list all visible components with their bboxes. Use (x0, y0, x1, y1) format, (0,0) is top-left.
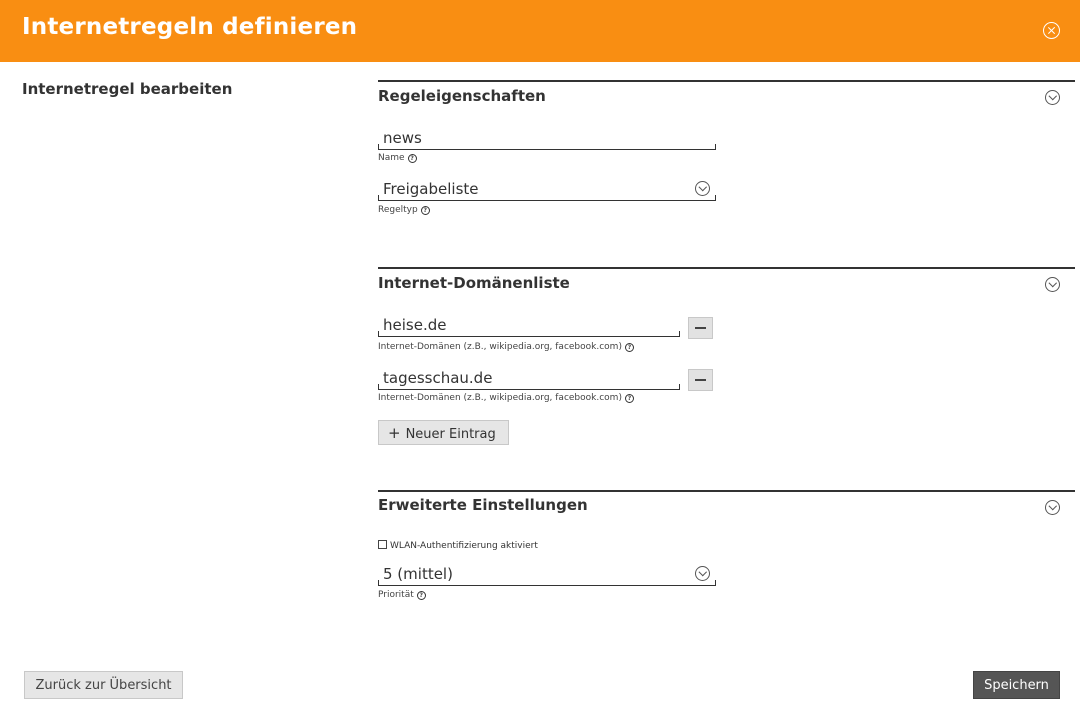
section-divider-properties (378, 80, 1075, 82)
help-icon[interactable]: ? (624, 394, 634, 403)
help-icon[interactable]: ? (407, 154, 417, 163)
left-panel-title: Internetregel bearbeiten (22, 80, 233, 98)
priority-label: Priorität? (378, 590, 426, 600)
section-divider-domains (378, 267, 1075, 269)
remove-domain-button[interactable] (688, 317, 713, 339)
name-field-label: Name? (378, 153, 417, 163)
chevron-down-icon[interactable] (695, 566, 710, 581)
priority-value: 5 (mittel) (383, 565, 453, 583)
add-entry-button[interactable]: + Neuer Eintrag (378, 420, 509, 445)
collapse-properties-chevron-icon[interactable] (1045, 90, 1060, 105)
dialog-header: Internetregeln definieren (0, 0, 1080, 62)
domain-field-label: Internet-Domänen (z.B., wikipedia.org, f… (378, 393, 634, 403)
priority-select[interactable]: 5 (mittel) (378, 564, 716, 586)
domain-field[interactable] (378, 315, 680, 337)
close-icon[interactable] (1043, 22, 1060, 39)
wlan-auth-label: WLAN-Authentifizierung aktiviert (390, 541, 538, 551)
help-icon[interactable]: ? (624, 343, 634, 352)
help-icon[interactable]: ? (420, 206, 430, 215)
domain-input[interactable] (383, 316, 655, 334)
help-icon[interactable]: ? (416, 591, 426, 600)
collapse-domains-chevron-icon[interactable] (1045, 277, 1060, 292)
domain-field-label: Internet-Domänen (z.B., wikipedia.org, f… (378, 342, 634, 352)
back-to-overview-button[interactable]: Zurück zur Übersicht (24, 671, 183, 699)
domain-input[interactable] (383, 369, 655, 387)
collapse-advanced-chevron-icon[interactable] (1045, 500, 1060, 515)
section-title-properties: Regeleigenschaften (378, 87, 546, 105)
section-title-domains: Internet-Domänenliste (378, 274, 570, 292)
wlan-auth-checkbox[interactable] (378, 540, 387, 549)
name-field[interactable] (378, 128, 716, 150)
chevron-down-icon[interactable] (695, 181, 710, 196)
remove-domain-button[interactable] (688, 369, 713, 391)
rule-type-label: Regeltyp? (378, 205, 430, 215)
rule-type-select[interactable]: Freigabeliste (378, 179, 716, 201)
domain-field[interactable] (378, 368, 680, 390)
rule-type-value: Freigabeliste (383, 180, 479, 198)
save-button[interactable]: Speichern (973, 671, 1060, 699)
wlan-auth-row: WLAN-Authentifizierung aktiviert (378, 540, 538, 551)
plus-icon: + (388, 423, 401, 442)
dialog-title: Internetregeln definieren (22, 14, 358, 40)
section-divider-advanced (378, 490, 1075, 492)
section-title-advanced: Erweiterte Einstellungen (378, 496, 588, 514)
name-input[interactable] (383, 129, 688, 147)
